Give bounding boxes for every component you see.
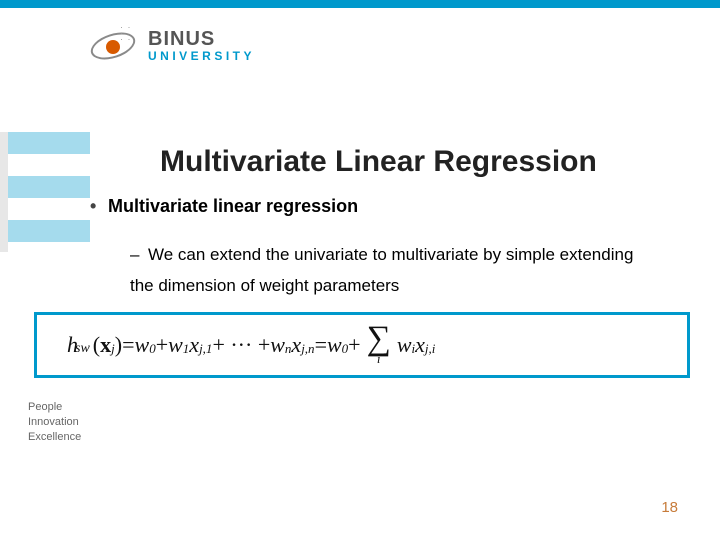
side-tagline: People Innovation Excellence [28,400,81,445]
formula-func-sub: sw [75,341,90,357]
formula-xn-sub: j,n [301,341,314,357]
sub-bullet: –We can extend the univariate to multiva… [130,240,660,301]
page-number: 18 [661,499,678,516]
formula-wn: w [270,332,285,358]
sub-bullet-text: We can extend the univariate to multivar… [130,245,633,295]
formula-w0b-sub: 0 [342,341,349,357]
brand-name: BINUS [148,29,255,50]
tagline-line-1: People [28,400,81,415]
logo-text: BINUS UNIVERSITY [148,29,255,63]
logo-orbit-icon: · · ·· · [90,22,138,70]
brand-subtitle: UNIVERSITY [148,50,255,63]
formula-plus2: + [348,332,360,358]
formula-plus1: + [156,332,168,358]
bullet-dot-icon: • [90,196,108,217]
formula-dots: + ··· + [212,332,270,358]
tagline-line-3: Excellence [28,430,81,445]
bullet-main: •Multivariate linear regression [90,196,358,217]
top-accent-bar [0,0,720,8]
formula-xi-sub: j,i [425,341,435,357]
formula-eq1: = [122,332,134,358]
brand-logo: · · ·· · BINUS UNIVERSITY [90,22,255,70]
formula-w0b: w [327,332,342,358]
formula-arg-x: x [100,332,111,358]
formula-wi: w [397,332,412,358]
formula: hsw(xj) = w0 + w1xj,1 + ··· + wnxj,n = w… [67,325,435,365]
formula-x1: x [189,332,199,358]
formula-w1: w [168,332,183,358]
tagline-line-2: Innovation [28,415,81,430]
slide-title: Multivariate Linear Regression [160,145,597,179]
formula-w1-sub: 1 [183,341,190,357]
formula-x1-sub: j,1 [199,341,212,357]
formula-wn-sub: n [285,341,292,357]
sigma-sub: i [377,352,381,365]
formula-arg-sub: j [111,341,115,357]
formula-w0-sub: 0 [149,341,156,357]
formula-box: hsw(xj) = w0 + w1xj,1 + ··· + wnxj,n = w… [34,312,690,378]
bullet-main-text: Multivariate linear regression [108,196,358,216]
left-decor-stripes [0,132,90,252]
formula-xi: x [415,332,425,358]
formula-wi-sub: i [412,341,416,357]
dash-icon: – [130,240,148,271]
formula-eq2: = [315,332,327,358]
formula-w0: w [135,332,150,358]
sigma-icon: ∑ i [367,325,391,365]
formula-xn: x [291,332,301,358]
